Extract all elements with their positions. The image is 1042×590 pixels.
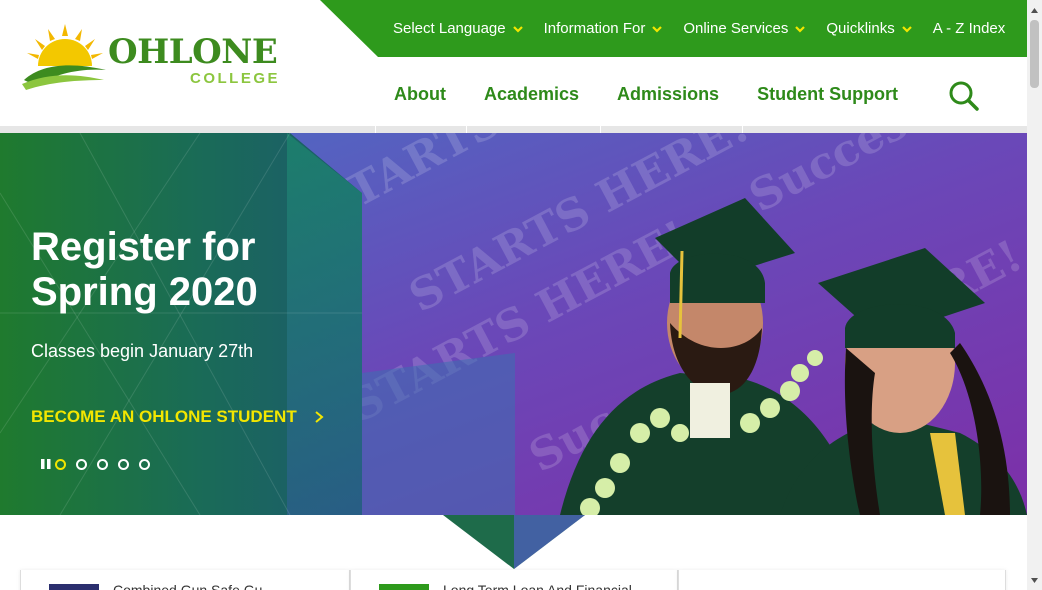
card-thumbnail xyxy=(379,584,429,590)
carousel-dot-5[interactable] xyxy=(139,458,150,470)
hero-subtitle: Classes begin January 27th xyxy=(31,341,254,361)
utility-nav-label: Quicklinks xyxy=(826,20,895,37)
hero-carousel: STARTS HERE! STARTS HERE! STARTS HERE! S… xyxy=(0,133,1027,515)
site-header: OHLONE COLLEGE Select Language Informati… xyxy=(0,0,1027,126)
utility-nav-label: Information For xyxy=(543,20,646,37)
scroll-up-arrow-icon[interactable] xyxy=(1030,6,1039,15)
become-student-link[interactable]: BECOME AN OHLONE STUDENT xyxy=(31,407,325,427)
nav-item-academics[interactable]: Academics xyxy=(465,84,598,112)
nav-item-student-support[interactable]: Student Support xyxy=(738,84,917,112)
carousel-dot-4[interactable] xyxy=(118,458,129,470)
chevron-down-icon xyxy=(512,25,523,33)
chevron-down-icon xyxy=(652,25,663,33)
logo-wordmark: OHLONE xyxy=(108,32,278,72)
nav-separator xyxy=(375,126,376,133)
scrollbar-thumb[interactable] xyxy=(1030,20,1039,88)
utility-nav-label: A - Z Index xyxy=(932,20,1006,37)
utility-nav-label: Select Language xyxy=(393,20,506,37)
news-card[interactable]: Long Term Loan And Financial xyxy=(350,570,678,590)
hero-title: Register for Spring 2020 xyxy=(31,225,258,314)
nav-item-admissions[interactable]: Admissions xyxy=(598,84,738,112)
news-cards: Combined Gun Safe Gu Long Term Loan And … xyxy=(0,515,1027,590)
main-nav: About Academics Admissions Student Suppo… xyxy=(375,84,917,112)
logo-subtitle: COLLEGE xyxy=(190,70,281,87)
news-card[interactable]: Combined Gun Safe Gu xyxy=(20,570,350,590)
nav-separator xyxy=(600,126,601,133)
sunrise-logo-icon xyxy=(22,24,106,90)
chevron-right-icon xyxy=(315,411,324,423)
a-z-index-link[interactable]: A - Z Index xyxy=(933,20,1006,37)
utility-nav-label: Online Services xyxy=(683,20,789,37)
search-button[interactable] xyxy=(948,80,980,112)
nav-item-about[interactable]: About xyxy=(375,84,465,112)
utility-nav: Select Language Information For Online S… xyxy=(393,0,1025,57)
chevron-down-icon xyxy=(795,25,806,33)
page: OHLONE COLLEGE Select Language Informati… xyxy=(0,0,1042,590)
news-card[interactable] xyxy=(678,570,1006,590)
card-title: Long Term Loan And Financial xyxy=(443,582,632,590)
nav-separator xyxy=(742,126,743,133)
card-title: Combined Gun Safe Gu xyxy=(113,582,263,590)
utility-bar: Select Language Information For Online S… xyxy=(320,0,1027,57)
search-icon xyxy=(949,81,979,111)
carousel-dot-1[interactable] xyxy=(55,458,66,470)
nav-separator xyxy=(466,126,467,133)
vertical-scrollbar[interactable] xyxy=(1027,0,1042,590)
carousel-dot-2[interactable] xyxy=(76,458,87,470)
hero-cta-label: BECOME AN OHLONE STUDENT xyxy=(31,407,297,426)
ohlone-logo[interactable]: OHLONE COLLEGE xyxy=(20,22,278,90)
information-for-dropdown[interactable]: Information For xyxy=(544,20,664,37)
pause-icon[interactable] xyxy=(40,458,52,470)
chevron-down-icon xyxy=(901,25,912,33)
card-thumbnail xyxy=(49,584,99,590)
online-services-dropdown[interactable]: Online Services xyxy=(683,20,806,37)
scroll-down-arrow-icon[interactable] xyxy=(1030,576,1039,585)
select-language-dropdown[interactable]: Select Language xyxy=(393,20,524,37)
quicklinks-dropdown[interactable]: Quicklinks xyxy=(826,20,912,37)
nav-divider xyxy=(0,126,1027,133)
carousel-dot-3[interactable] xyxy=(97,458,108,470)
carousel-controls xyxy=(40,458,160,470)
